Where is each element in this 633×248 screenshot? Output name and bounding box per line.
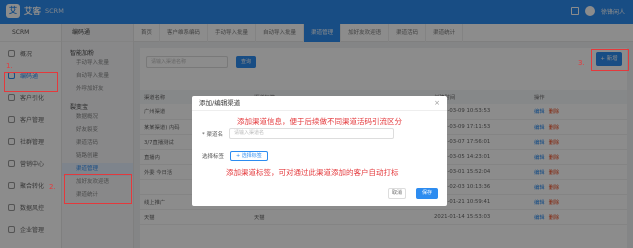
channel-name-label: * 渠道名 bbox=[202, 131, 223, 138]
tag-row: 选择标签 + 选择标签 bbox=[202, 151, 268, 161]
highlight-sidebar bbox=[4, 72, 58, 92]
cancel-button[interactable]: 取消 bbox=[388, 188, 406, 199]
tag-label: 选择标签 bbox=[202, 154, 225, 160]
select-tag-button[interactable]: + 选择标签 bbox=[230, 151, 268, 161]
step-number: 2. bbox=[49, 183, 56, 191]
highlight-add-button bbox=[591, 49, 629, 71]
channel-name-input[interactable]: 请输入渠道名 bbox=[229, 128, 394, 139]
highlight-submenu bbox=[64, 174, 132, 204]
annotation-channel-tag: 添加渠道标签，可对通过此渠道添加的客户自动打标 bbox=[226, 168, 399, 177]
channel-name-row: * 渠道名 请输入渠道名 bbox=[202, 128, 394, 139]
channel-modal: 添加/编辑渠道 × * 渠道名 请输入渠道名 选择标签 + 选择标签 取消 保存 bbox=[192, 96, 447, 206]
annotation-channel-info: 添加渠道信息，便于后续做不同渠道活码引流区分 bbox=[237, 117, 402, 126]
step-number: 3. bbox=[578, 59, 585, 67]
modal-title: 添加/编辑渠道 bbox=[192, 96, 447, 111]
step-number: 1. bbox=[6, 62, 13, 70]
close-icon[interactable]: × bbox=[434, 99, 440, 107]
save-button[interactable]: 保存 bbox=[416, 188, 438, 199]
